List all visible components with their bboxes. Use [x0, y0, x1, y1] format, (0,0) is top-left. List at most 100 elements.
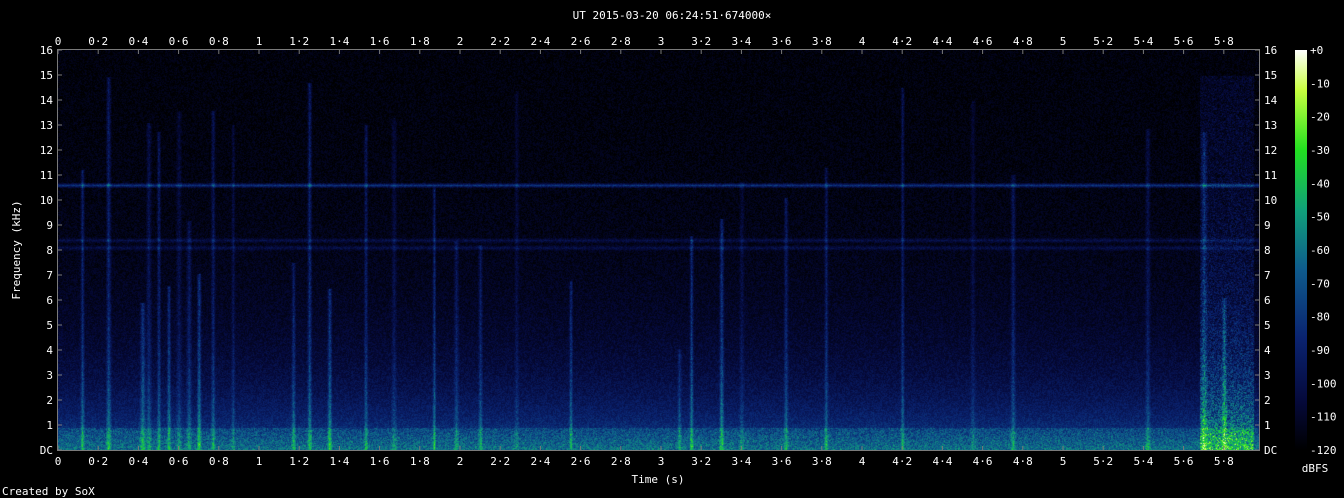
- bottom-x-tick-label: 1·8: [410, 455, 430, 468]
- colorbar-tick-label: -40: [1310, 177, 1330, 190]
- colorbar-tick-label: -110: [1310, 411, 1337, 424]
- left-y-tick-label: 7: [46, 269, 53, 282]
- bottom-x-tick-label: 5·6: [1174, 455, 1194, 468]
- right-y-tick-label: 4: [1264, 344, 1271, 357]
- top-x-tick-label: 0·4: [128, 35, 148, 48]
- left-y-tick-label: 6: [46, 294, 53, 307]
- left-y-tick-label: 14: [40, 94, 54, 107]
- bottom-x-tick-label: 2: [457, 455, 464, 468]
- top-x-tick-label: 4·6: [973, 35, 993, 48]
- top-x-tick-label: 1·8: [410, 35, 430, 48]
- left-y-tick-label: 9: [46, 219, 53, 232]
- right-y-tick-label: 7: [1264, 269, 1271, 282]
- top-x-tick-label: 0·8: [209, 35, 229, 48]
- top-x-tick-label: 0: [55, 35, 62, 48]
- top-x-tick-label: 4·8: [1013, 35, 1033, 48]
- spectrogram-plot-area: [58, 50, 1259, 450]
- left-y-tick-label: 8: [46, 244, 53, 257]
- colorbar-tick-label: +0: [1310, 44, 1323, 57]
- left-y-tick-label: 4: [46, 344, 53, 357]
- colorbar-tick-label: -30: [1310, 144, 1330, 157]
- right-y-tick-label: 12: [1264, 144, 1277, 157]
- bottom-x-tick-label: 4·8: [1013, 455, 1033, 468]
- bottom-x-tick-label: 1·4: [329, 455, 349, 468]
- bottom-x-tick-label: 4·2: [892, 455, 912, 468]
- colorbar: [1295, 50, 1307, 450]
- right-y-tick-label: 6: [1264, 294, 1271, 307]
- top-x-tick-label: 2·6: [571, 35, 591, 48]
- bottom-x-tick-label: 5: [1060, 455, 1067, 468]
- left-y-tick-label: 16: [40, 44, 53, 57]
- top-x-tick-label: 4·4: [932, 35, 952, 48]
- left-y-tick-labels: DC12345678910111213141516: [40, 44, 54, 457]
- right-y-tick-label: 2: [1264, 394, 1271, 407]
- top-x-tick-label: 4·2: [892, 35, 912, 48]
- bottom-x-tick-labels: 0 0·2 0·4 0·6 0·8 1 1·2 1·4 1·6 1·8 2 2·2 2·4 2·6 2·8 3…: [55, 455, 1234, 468]
- top-x-tick-label: 1·6: [370, 35, 390, 48]
- left-y-tick-label: DC: [40, 444, 53, 457]
- left-y-tick-label: 3: [46, 369, 53, 382]
- top-x-tick-label: 3·2: [691, 35, 711, 48]
- left-y-tick-label: 2: [46, 394, 53, 407]
- colorbar-tick-label: -10: [1310, 77, 1330, 90]
- right-y-tick-label: 3: [1264, 369, 1271, 382]
- left-y-tick-label: 10: [40, 194, 53, 207]
- left-y-tick-label: 11: [40, 169, 53, 182]
- top-x-tick-label: 1·2: [289, 35, 309, 48]
- colorbar-tick-labels: +0 -10 -20 -30 -40 -50 -60 -70 -80 -90 -100 -110 -12…: [1310, 44, 1337, 457]
- bottom-x-tick-label: 0: [55, 455, 62, 468]
- bottom-x-tick-label: 2·8: [611, 455, 631, 468]
- colorbar-tick-label: -60: [1310, 244, 1330, 257]
- right-y-tick-label: 10: [1264, 194, 1277, 207]
- right-y-tick-label: 16: [1264, 44, 1277, 57]
- bottom-x-tick-label: 0·6: [169, 455, 189, 468]
- bottom-x-tick-label: 2·4: [530, 455, 550, 468]
- right-y-tick-label: 9: [1264, 219, 1271, 232]
- top-x-tick-labels: 0 0·2 0·4 0·6 0·8 1 1·2 1·4 1·6 1·8 2 2·2 2·4 2·6 2·8 3…: [55, 35, 1234, 48]
- colorbar-tick-label: -20: [1310, 111, 1330, 124]
- bottom-x-tick-label: 4: [859, 455, 866, 468]
- left-y-tick-label: 12: [40, 144, 53, 157]
- top-x-tick-label: 5·2: [1093, 35, 1113, 48]
- top-x-tick-label: 5·4: [1133, 35, 1153, 48]
- colorbar-tick-label: -90: [1310, 344, 1330, 357]
- bottom-x-tick-label: 0·8: [209, 455, 229, 468]
- right-y-tick-labels: DC12345678910111213141516: [1264, 44, 1278, 457]
- bottom-x-tick-label: 3: [658, 455, 665, 468]
- top-x-tick-label: 3·8: [812, 35, 832, 48]
- top-x-tick-label: 3: [658, 35, 665, 48]
- left-y-tick-label: 15: [40, 69, 53, 82]
- right-y-tick-label: 15: [1264, 69, 1277, 82]
- top-x-tick-label: 5·8: [1214, 35, 1234, 48]
- bottom-x-tick-label: 3·6: [772, 455, 792, 468]
- y-axis-label: Frequency (kHz): [10, 200, 23, 299]
- left-y-tick-label: 5: [46, 319, 53, 332]
- chart-title: UT 2015-03-20 06:24:51·674000×: [573, 9, 772, 22]
- right-y-tick-label: 11: [1264, 169, 1277, 182]
- top-x-tick-label: 4: [859, 35, 866, 48]
- bottom-x-tick-label: 0·2: [88, 455, 108, 468]
- top-x-tick-label: 0·2: [88, 35, 108, 48]
- bottom-x-tick-label: 1·6: [370, 455, 390, 468]
- top-x-tick-label: 5: [1060, 35, 1067, 48]
- right-y-tick-label: 13: [1264, 119, 1277, 132]
- bottom-x-tick-label: 0·4: [128, 455, 148, 468]
- x-axis-label: Time (s): [632, 473, 685, 486]
- colorbar-tick-label: -100: [1310, 377, 1337, 390]
- bottom-x-tick-label: 1·2: [289, 455, 309, 468]
- colorbar-tick-label: -70: [1310, 277, 1330, 290]
- top-x-tick-label: 3·4: [731, 35, 751, 48]
- left-y-tick-label: 1: [46, 419, 53, 432]
- colorbar-tick-label: -120: [1310, 444, 1337, 457]
- bottom-x-tick-label: 1: [256, 455, 263, 468]
- bottom-x-tick-label: 5·8: [1214, 455, 1234, 468]
- colorbar-tick-label: -80: [1310, 311, 1330, 324]
- right-y-tick-label: 8: [1264, 244, 1271, 257]
- bottom-x-tick-label: 2·6: [571, 455, 591, 468]
- bottom-x-tick-label: 3·8: [812, 455, 832, 468]
- bottom-x-tick-label: 4·6: [973, 455, 993, 468]
- colorbar-tick-label: -50: [1310, 211, 1330, 224]
- bottom-x-tick-label: 5·2: [1093, 455, 1113, 468]
- spectrogram-chart: UT 2015-03-20 06:24:51·674000× 0 0·2 0·4 0·…: [2, 9, 1337, 498]
- top-x-tick-label: 1: [256, 35, 263, 48]
